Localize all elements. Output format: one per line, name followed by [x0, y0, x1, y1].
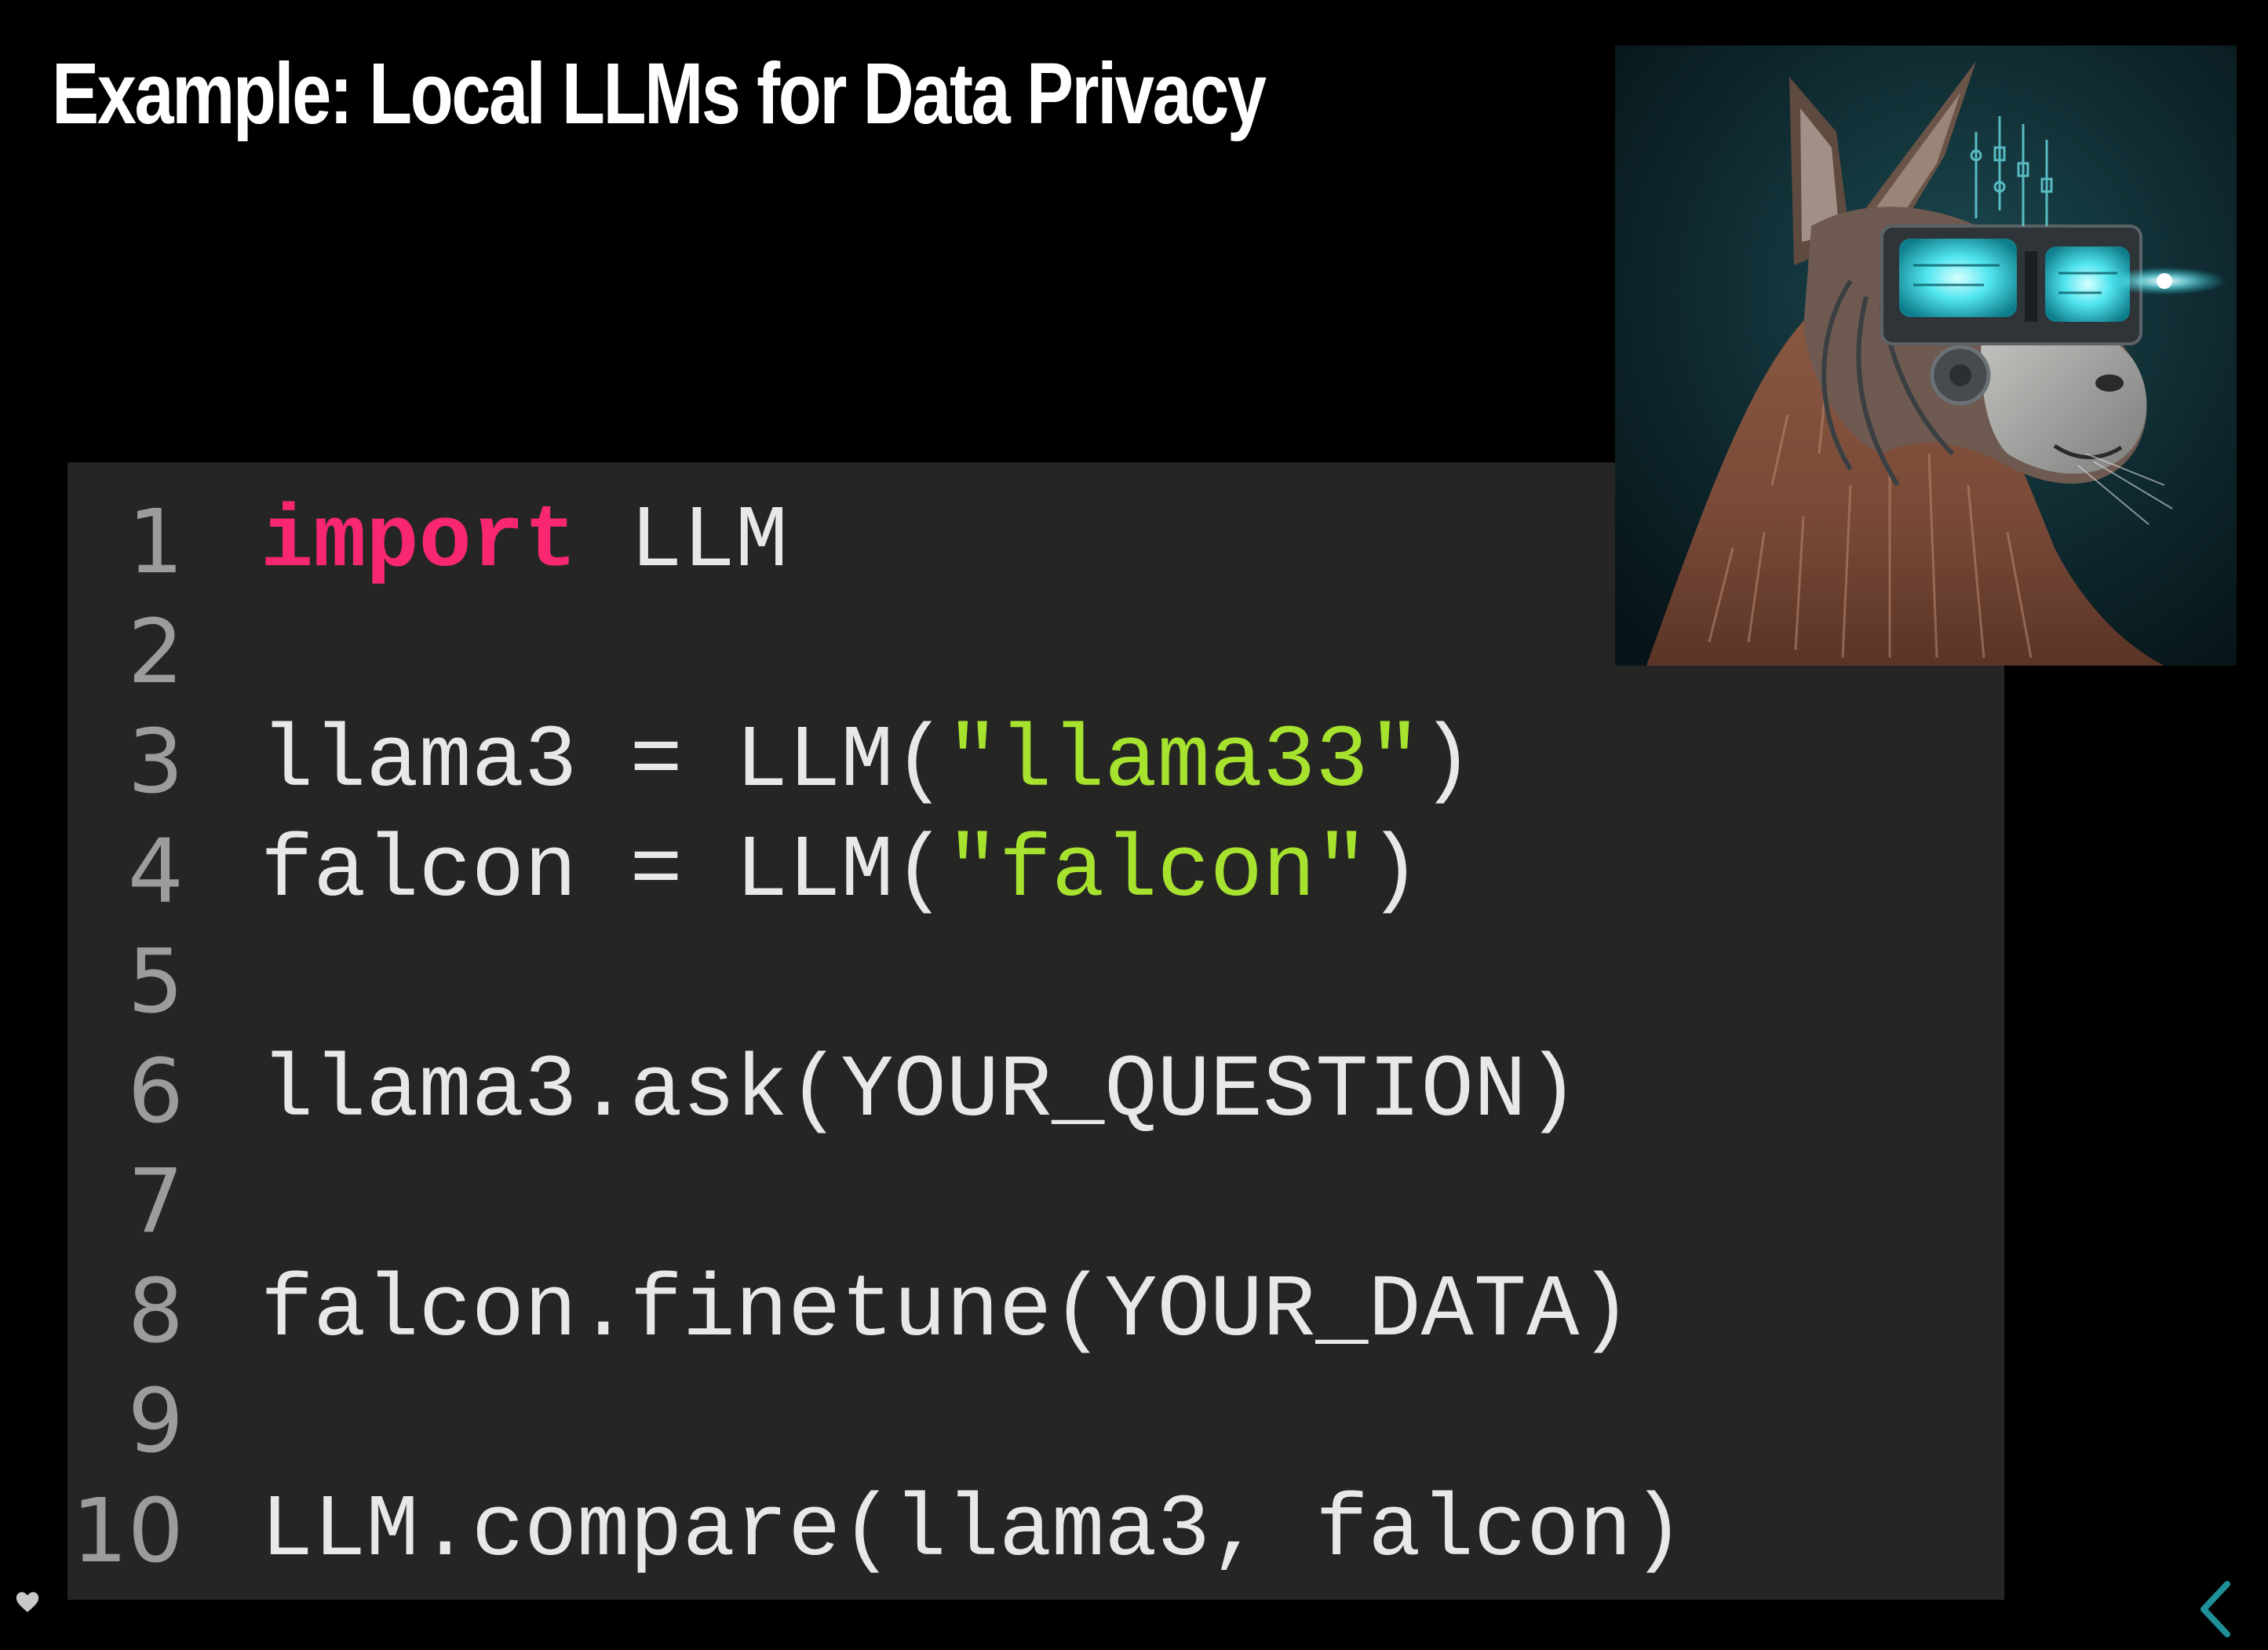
code-string: "falcon"	[946, 822, 1369, 922]
line-number: 7	[127, 1151, 184, 1253]
code-text: falcon = LLM(	[261, 822, 946, 922]
code-line: 4 falcon = LLM("falcon")	[67, 817, 1951, 927]
code-string: "llama33"	[946, 712, 1421, 812]
code-text: LLM	[577, 492, 789, 592]
line-code: LLM.compare(llama3, falcon)	[261, 1477, 1685, 1586]
line-code: falcon.finetune(YOUR_DATA)	[261, 1257, 1632, 1367]
line-code: import LLM	[261, 487, 788, 597]
code-keyword: import	[261, 492, 578, 592]
line-number: 6	[127, 1041, 184, 1143]
line-number: 2	[127, 601, 184, 703]
line-number: 4	[127, 821, 184, 923]
code-text: llama3.ask(YOUR_QUESTION)	[261, 1042, 1580, 1141]
code-text: )	[1420, 712, 1474, 812]
code-line: 5	[67, 927, 1951, 1037]
code-text: )	[1368, 822, 1421, 922]
code-line: 8 falcon.finetune(YOUR_DATA)	[67, 1257, 1951, 1367]
line-number: 8	[127, 1261, 184, 1363]
line-number: 9	[127, 1371, 184, 1473]
llama-illustration	[1615, 46, 2237, 666]
code-line: 9	[67, 1367, 1951, 1477]
line-number: 5	[127, 931, 184, 1033]
code-text: llama3 = LLM(	[261, 712, 946, 812]
code-text: falcon.finetune(YOUR_DATA)	[261, 1261, 1632, 1361]
code-line: 3 llama3 = LLM("llama33")	[67, 707, 1951, 817]
line-number: 3	[127, 711, 184, 813]
slide-title: Example: Local LLMs for Data Privacy	[52, 46, 1267, 142]
code-line: 10 LLM.compare(llama3, falcon)	[67, 1477, 1951, 1586]
line-code: llama3 = LLM("llama33")	[261, 707, 1474, 817]
heart-icon[interactable]	[14, 1589, 41, 1615]
code-text: LLM.compare(llama3, falcon)	[261, 1481, 1685, 1581]
line-code: falcon = LLM("falcon")	[261, 817, 1421, 927]
line-number: 1	[127, 491, 184, 593]
code-line: 6 llama3.ask(YOUR_QUESTION)	[67, 1037, 1951, 1147]
chevron-left-icon[interactable]	[2193, 1578, 2240, 1641]
line-code: llama3.ask(YOUR_QUESTION)	[261, 1037, 1579, 1147]
code-line: 7	[67, 1147, 1951, 1257]
line-number: 10	[71, 1480, 184, 1582]
